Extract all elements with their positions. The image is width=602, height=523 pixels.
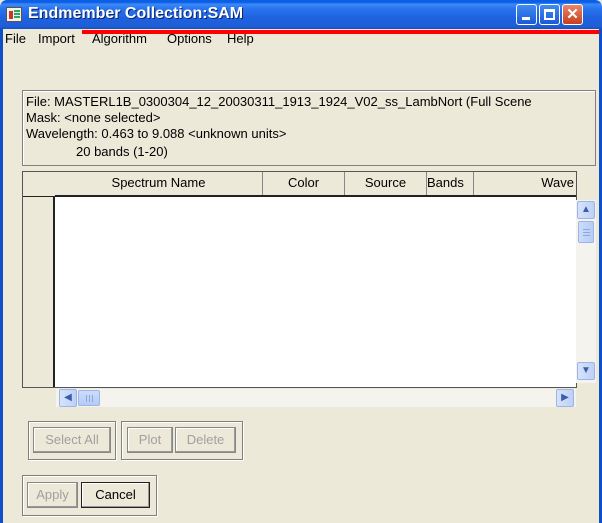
spectrum-table[interactable]: Spectrum Name Color Source Bands Wave	[22, 171, 577, 388]
vertical-scroll-thumb[interactable]	[578, 221, 594, 243]
scroll-left-icon: ◀	[64, 392, 72, 403]
window-frame-left	[0, 29, 3, 523]
table-body[interactable]	[55, 197, 576, 387]
horizontal-scrollbar[interactable]: ◀ ▶	[56, 389, 576, 407]
column-header-wave[interactable]: Wave	[474, 172, 576, 195]
select-all-group: Select All	[28, 421, 116, 460]
select-all-button[interactable]: Select All	[33, 427, 111, 453]
file-info-text: File: MASTERL1B_0300304_12_20030311_1913…	[26, 94, 532, 109]
scroll-up-icon: ▲	[581, 204, 591, 215]
minimize-button[interactable]	[516, 4, 537, 25]
plot-button[interactable]: Plot	[127, 427, 173, 453]
bands-info-text: 20 bands (1-20)	[76, 144, 168, 159]
column-header-bands[interactable]: Bands	[427, 172, 474, 195]
maximize-icon	[544, 9, 555, 20]
minimize-icon	[522, 17, 530, 20]
cancel-button[interactable]: Cancel	[81, 482, 150, 508]
apply-cancel-group: Apply Cancel	[22, 475, 157, 516]
row-header-column	[23, 172, 55, 387]
horizontal-scroll-thumb[interactable]	[78, 390, 100, 406]
wavelength-info-text: Wavelength: 0.463 to 9.088 <unknown unit…	[26, 126, 287, 141]
close-button[interactable]: ✕	[562, 4, 583, 25]
title-bar[interactable]: Endmember Collection:SAM ✕	[0, 0, 602, 29]
file-info-panel: File: MASTERL1B_0300304_12_20030311_1913…	[22, 90, 596, 166]
column-header-color[interactable]: Color	[263, 172, 345, 195]
close-icon: ✕	[566, 6, 579, 23]
table-header: Spectrum Name Color Source Bands Wave	[55, 172, 576, 197]
delete-button[interactable]: Delete	[175, 427, 236, 453]
menu-import[interactable]: Import	[38, 31, 75, 46]
apply-button[interactable]: Apply	[27, 482, 78, 508]
scroll-down-button[interactable]: ▼	[577, 362, 595, 380]
menu-file[interactable]: File	[5, 31, 26, 46]
plot-delete-group: Plot Delete	[121, 421, 243, 460]
scroll-right-button[interactable]: ▶	[556, 389, 574, 407]
mask-info-text: Mask: <none selected>	[26, 110, 161, 125]
window-title: Endmember Collection:SAM	[28, 5, 244, 22]
vertical-scrollbar[interactable]: ▲ ▼	[576, 200, 596, 383]
scroll-down-icon: ▼	[581, 365, 591, 376]
table-corner	[23, 172, 55, 197]
app-icon[interactable]	[6, 7, 22, 22]
maximize-button[interactable]	[539, 4, 560, 25]
column-header-spectrum-name[interactable]: Spectrum Name	[55, 172, 263, 195]
scroll-right-icon: ▶	[561, 392, 569, 403]
scroll-left-button[interactable]: ◀	[59, 389, 77, 407]
column-header-source[interactable]: Source	[345, 172, 427, 195]
red-annotation-line	[82, 30, 599, 34]
scroll-up-button[interactable]: ▲	[577, 201, 595, 219]
